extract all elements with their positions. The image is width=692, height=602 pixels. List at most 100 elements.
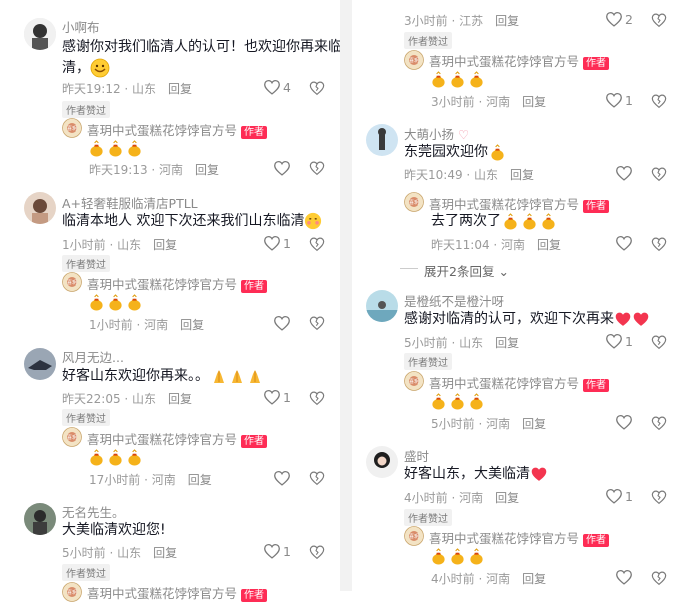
like-icon[interactable]	[273, 315, 291, 331]
lucky-bag-icon	[469, 393, 484, 410]
reply-button[interactable]: 回复	[495, 336, 519, 350]
lucky-bag-icon	[108, 294, 123, 311]
dislike-icon[interactable]	[651, 570, 667, 586]
lucky-bag-icon	[503, 213, 518, 230]
reply-button[interactable]: 回复	[180, 318, 204, 332]
reply-button[interactable]: 回复	[522, 417, 546, 431]
lucky-bag-icon	[522, 213, 537, 230]
shy-emoji-icon	[304, 212, 322, 230]
comment-meta: 5小时前 · 山东 回复	[62, 546, 178, 560]
comment-meta: 3小时前 · 江苏 回复	[404, 14, 520, 28]
dislike-icon[interactable]	[651, 334, 667, 350]
like-icon[interactable]	[263, 389, 281, 405]
author-avatar[interactable]	[404, 526, 424, 546]
reply-button[interactable]: 回复	[153, 238, 177, 252]
like-icon[interactable]	[273, 160, 291, 176]
dislike-icon[interactable]	[309, 390, 325, 406]
author-avatar[interactable]	[62, 582, 82, 602]
like-icon[interactable]	[263, 79, 281, 95]
like-count: 1	[625, 489, 633, 504]
dislike-icon[interactable]	[309, 470, 325, 486]
dislike-icon[interactable]	[651, 415, 667, 431]
lucky-bag-icon	[127, 294, 142, 311]
author-avatar[interactable]	[62, 272, 82, 292]
like-icon[interactable]	[605, 11, 623, 27]
reply-meta: 3小时前 · 河南 回复	[431, 95, 547, 109]
dislike-icon[interactable]	[309, 160, 325, 176]
red-heart-icon	[632, 311, 650, 327]
reply-button[interactable]: 回复	[168, 392, 192, 406]
author-avatar[interactable]	[62, 118, 82, 138]
avatar[interactable]	[24, 192, 56, 224]
expand-divider	[400, 268, 418, 269]
author-name[interactable]: 喜玥中式蛋糕花饽饽官方号 作者	[429, 51, 610, 70]
dislike-icon[interactable]	[309, 236, 325, 252]
comment-meta: 1小时前 · 山东 回复	[62, 238, 178, 252]
author-avatar[interactable]	[404, 50, 424, 70]
reply-button[interactable]: 回复	[195, 163, 219, 177]
reply-meta: 昨天11:04 · 河南 回复	[431, 238, 562, 252]
like-icon[interactable]	[263, 543, 281, 559]
author-avatar[interactable]	[404, 371, 424, 391]
like-icon[interactable]	[605, 92, 623, 108]
dislike-icon[interactable]	[651, 166, 667, 182]
author-name[interactable]: 喜玥中式蛋糕花饽饽官方号 作者	[429, 528, 610, 547]
like-icon[interactable]	[263, 235, 281, 251]
red-heart-icon	[530, 466, 548, 482]
author-name[interactable]: 喜玥中式蛋糕花饽饽官方号 作者	[87, 120, 268, 139]
author-avatar[interactable]	[62, 427, 82, 447]
left-comment-panel: 小啊布 感谢你对我们临清人的认可！也欢迎你再来临 清， 昨天19:12 · 山东…	[0, 0, 342, 602]
column-divider	[340, 0, 352, 591]
expand-replies-button[interactable]: 展开2条回复 ⌄	[424, 261, 509, 280]
dislike-icon[interactable]	[651, 93, 667, 109]
author-liked-badge: 作者赞过	[62, 564, 110, 581]
dislike-icon[interactable]	[309, 315, 325, 331]
author-avatar[interactable]	[404, 192, 424, 212]
like-icon[interactable]	[605, 488, 623, 504]
author-tag: 作者	[583, 534, 610, 547]
like-icon[interactable]	[615, 569, 633, 585]
author-liked-badge: 作者赞过	[62, 255, 110, 272]
dislike-icon[interactable]	[651, 236, 667, 252]
author-tag: 作者	[241, 126, 268, 139]
pray-emoji-icon	[211, 368, 227, 384]
reply-button[interactable]: 回复	[495, 14, 519, 28]
reply-button[interactable]: 回复	[537, 238, 561, 252]
author-name[interactable]: 喜玥中式蛋糕花饽饽官方号 作者	[87, 429, 268, 448]
author-name[interactable]: 喜玥中式蛋糕花饽饽官方号 作者	[87, 274, 268, 293]
like-icon[interactable]	[615, 235, 633, 251]
reply-button[interactable]: 回复	[153, 546, 177, 560]
author-name[interactable]: 喜玥中式蛋糕花饽饽官方号 作者	[87, 583, 268, 602]
like-icon[interactable]	[605, 333, 623, 349]
reply-button[interactable]: 回复	[522, 95, 546, 109]
red-heart-icon	[614, 311, 632, 327]
reply-button[interactable]: 回复	[168, 82, 192, 96]
avatar[interactable]	[366, 124, 398, 156]
reply-emojis	[431, 69, 488, 88]
username[interactable]: 风月无边...	[62, 347, 124, 366]
reply-button[interactable]: 回复	[495, 491, 519, 505]
lucky-bag-icon	[89, 449, 104, 466]
lucky-bag-icon	[89, 294, 104, 311]
username[interactable]: 小啊布	[62, 17, 100, 36]
avatar[interactable]	[366, 446, 398, 478]
author-tag: 作者	[241, 280, 268, 293]
like-count: 1	[625, 334, 633, 349]
avatar[interactable]	[24, 18, 56, 50]
dislike-icon[interactable]	[309, 80, 325, 96]
lucky-bag-icon	[127, 140, 142, 157]
author-name[interactable]: 喜玥中式蛋糕花饽饽官方号 作者	[429, 373, 610, 392]
like-icon[interactable]	[615, 414, 633, 430]
dislike-icon[interactable]	[309, 544, 325, 560]
pray-emoji-icon	[247, 368, 263, 384]
avatar[interactable]	[24, 503, 56, 535]
avatar[interactable]	[24, 348, 56, 380]
dislike-icon[interactable]	[651, 12, 667, 28]
like-icon[interactable]	[615, 165, 633, 181]
reply-button[interactable]: 回复	[510, 168, 534, 182]
reply-button[interactable]: 回复	[188, 473, 212, 487]
like-icon[interactable]	[273, 470, 291, 486]
avatar[interactable]	[366, 290, 398, 322]
dislike-icon[interactable]	[651, 489, 667, 505]
reply-button[interactable]: 回复	[522, 572, 546, 586]
